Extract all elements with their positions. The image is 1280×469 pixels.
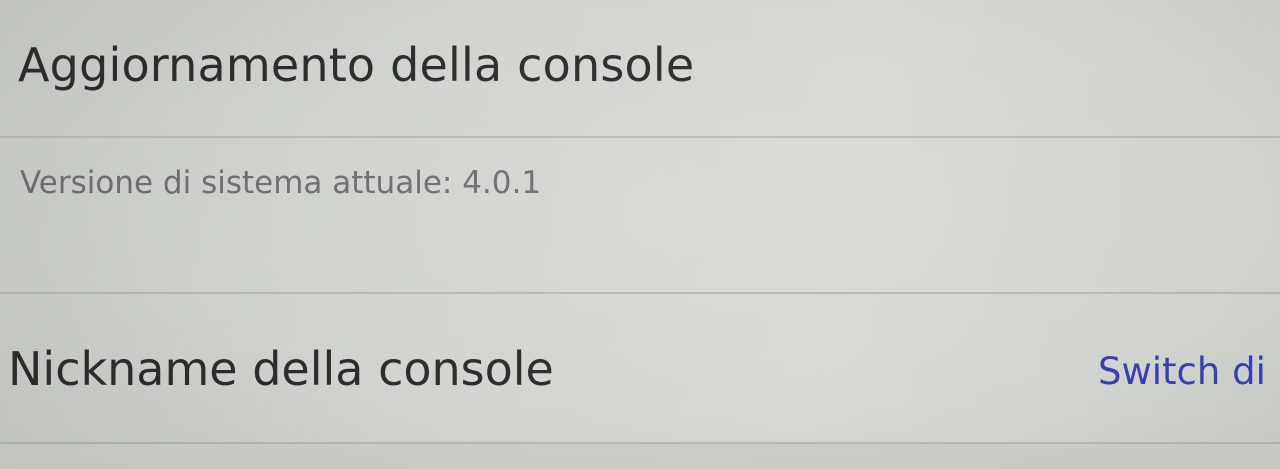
system-update-title: Aggiornamento della console	[18, 38, 695, 92]
console-nickname-row[interactable]: Nickname della console Switch di	[0, 294, 1280, 442]
next-settings-row[interactable]	[0, 444, 1280, 469]
console-nickname-label: Nickname della console	[8, 342, 554, 396]
system-update-row[interactable]: Aggiornamento della console	[0, 0, 1280, 136]
system-version-row: Versione di sistema attuale: 4.0.1	[0, 138, 1280, 292]
console-nickname-value: Switch di	[1098, 350, 1266, 393]
system-version-text: Versione di sistema attuale: 4.0.1	[20, 165, 542, 201]
